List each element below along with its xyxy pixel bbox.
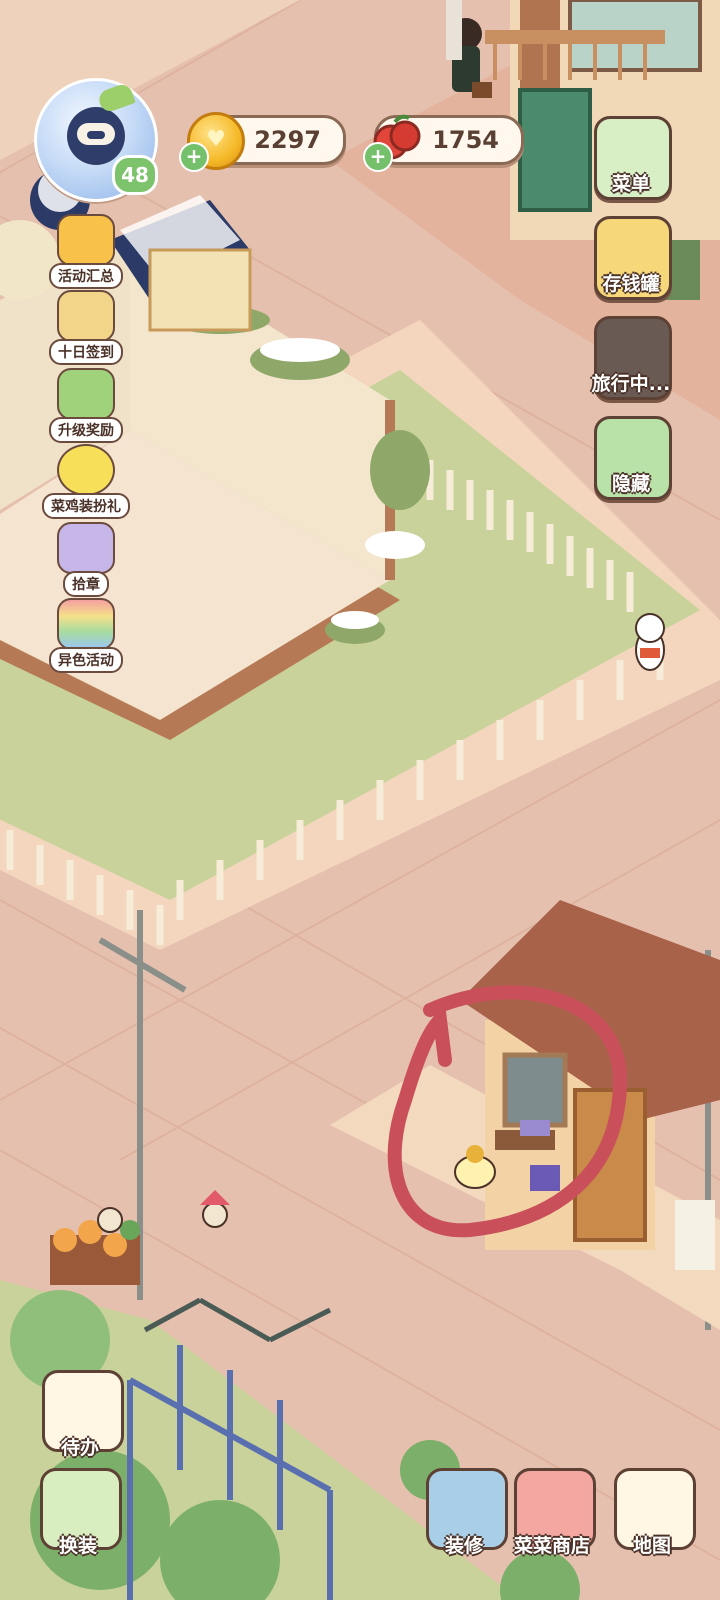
flower-box bbox=[50, 1220, 140, 1285]
event-summary-button[interactable]: 活动汇总 bbox=[41, 214, 131, 289]
decorate-label: 装修 bbox=[444, 1535, 483, 1557]
avatar-face-icon bbox=[67, 107, 125, 165]
traveling-button[interactable]: 旅行中... bbox=[586, 312, 676, 402]
coin-amount: 2297 bbox=[254, 126, 321, 154]
tomato-counter[interactable]: 1754 + bbox=[363, 114, 524, 172]
add-coins-icon[interactable]: + bbox=[179, 142, 209, 172]
add-tomatoes-icon[interactable]: + bbox=[363, 142, 393, 172]
stamp-icon bbox=[57, 522, 115, 574]
event-summary-label: 活动汇总 bbox=[49, 263, 123, 289]
menu-button[interactable]: 菜单 bbox=[586, 112, 676, 202]
hide-label: 隐藏 bbox=[611, 473, 650, 495]
checkin-basket-icon bbox=[57, 290, 115, 342]
piggy-bank-label: 存钱罐 bbox=[602, 273, 660, 295]
dog-npc bbox=[635, 613, 665, 671]
traveling-label: 旅行中... bbox=[591, 373, 671, 395]
hide-button[interactable]: 隐藏 bbox=[586, 412, 676, 502]
tomato-amount: 1754 bbox=[432, 126, 499, 154]
map-label: 地图 bbox=[632, 1535, 671, 1557]
level-reward-button[interactable]: 升级奖励 bbox=[41, 368, 131, 443]
ten-day-checkin-label: 十日签到 bbox=[49, 339, 123, 365]
stamp-button[interactable]: 拾章 bbox=[41, 522, 131, 597]
level-up-arrow-icon bbox=[57, 368, 115, 420]
decorate-button[interactable]: 装修 bbox=[420, 1468, 508, 1558]
outfit-button[interactable]: 换装 bbox=[34, 1468, 122, 1558]
todo-label: 待办 bbox=[60, 1437, 99, 1459]
color-event-label: 异色活动 bbox=[49, 647, 123, 673]
todo-button[interactable]: 待办 bbox=[36, 1370, 124, 1460]
piggy-bank-button[interactable]: 存钱罐 bbox=[586, 212, 676, 302]
level-reward-label: 升级奖励 bbox=[49, 417, 123, 443]
stamp-label: 拾章 bbox=[63, 571, 109, 597]
duck-icon bbox=[57, 444, 115, 496]
menu-label: 菜单 bbox=[611, 173, 650, 195]
coin-counter[interactable]: 2297 + bbox=[179, 112, 346, 172]
map-button[interactable]: 地图 bbox=[608, 1468, 696, 1558]
shop-button[interactable]: 菜菜商店 bbox=[508, 1468, 596, 1558]
rainbow-icon bbox=[57, 598, 115, 650]
outfit-gift-button[interactable]: 菜鸡装扮礼 bbox=[41, 444, 131, 519]
ten-day-checkin-button[interactable]: 十日签到 bbox=[41, 290, 131, 365]
outfit-label: 换装 bbox=[58, 1535, 97, 1557]
level-badge: 48 bbox=[112, 155, 158, 195]
color-event-button[interactable]: 异色活动 bbox=[41, 598, 131, 673]
shop-label: 菜菜商店 bbox=[513, 1535, 590, 1557]
house-event-icon bbox=[57, 214, 115, 266]
outfit-gift-label: 菜鸡装扮礼 bbox=[42, 493, 130, 519]
